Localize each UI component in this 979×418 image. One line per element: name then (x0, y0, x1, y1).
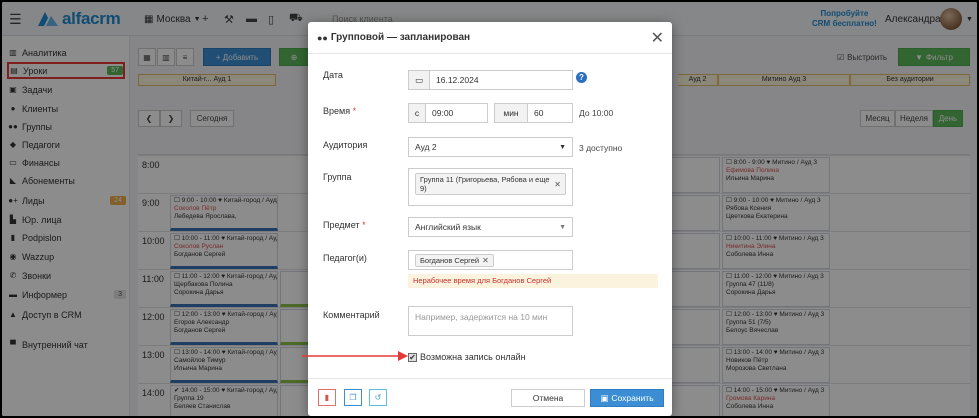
required-mark: * (352, 106, 357, 116)
group-select[interactable]: Группа 11 (Григорьева, Рябова и еще 9) ✕ (408, 168, 573, 206)
subject-label: Предмет * (323, 220, 366, 230)
group-tag: Группа 11 (Григорьева, Рябова и еще 9) ✕ (415, 173, 566, 195)
delete-icon[interactable]: ▮ (318, 389, 336, 406)
teacher-warning: Нерабочее время для Богданов Сергей (408, 274, 658, 288)
time-label: Время * (323, 106, 356, 116)
online-booking-label: Возможна запись онлайн (420, 352, 526, 362)
remove-icon[interactable]: ✕ (482, 256, 489, 265)
room-label: Аудитория (323, 140, 368, 150)
subject-select[interactable]: Английский язык ▼ (408, 217, 573, 237)
annotation-arrow (302, 351, 408, 361)
undo-icon[interactable]: ↺ (369, 389, 387, 406)
modal-footer: ▮ ❐ ↺ Отмена ▣ Сохранить (308, 378, 672, 416)
comment-textarea[interactable]: Например, задержится на 10 мин (408, 306, 573, 336)
subject-label-text: Предмет (323, 220, 360, 230)
room-available: 3 доступно (579, 143, 623, 153)
save-button[interactable]: ▣ Сохранить (590, 389, 664, 407)
modal-title: Групповой — запланирован (330, 32, 471, 43)
required-mark: * (362, 220, 366, 230)
date-input[interactable]: 16.12.2024 (429, 70, 573, 90)
date-label: Дата (323, 70, 343, 80)
online-booking-checkbox[interactable]: ✔ Возможна запись онлайн (408, 352, 526, 362)
chevron-down-icon: ▼ (559, 223, 566, 231)
time-label-text: Время (323, 106, 351, 116)
copy-icon[interactable]: ❐ (344, 389, 362, 406)
teacher-label: Педагог(и) (323, 253, 367, 263)
comment-label: Комментарий (323, 310, 380, 320)
teacher-tag-label: Богданов Сергей (420, 255, 480, 265)
room-select[interactable]: Ауд 2 ▼ (408, 137, 573, 157)
teacher-select[interactable]: Богданов Сергей ✕ (408, 250, 573, 270)
group-icon: ●● (317, 32, 328, 43)
time-start-input[interactable]: 09:00 (425, 103, 488, 123)
room-value: Ауд 2 (415, 142, 437, 152)
close-icon[interactable]: ✕ (651, 28, 664, 48)
group-label: Группа (323, 172, 352, 182)
save-icon: ▣ (600, 392, 609, 403)
calendar-icon[interactable]: ▭ (408, 70, 430, 90)
time-prefix: с (408, 103, 426, 123)
duration-prefix: мин (494, 103, 528, 123)
remove-icon[interactable]: ✕ (554, 180, 561, 189)
save-label: Сохранить (611, 393, 654, 403)
chevron-down-icon: ▼ (559, 143, 566, 151)
group-tag-label: Группа 11 (Григорьева, Рябова и еще 9) (420, 175, 550, 193)
cancel-button[interactable]: Отмена (511, 389, 585, 407)
app-window: ☰ alfacrm ▦ Москва ▼ + ⚒ ▬ ▯ ⛟ Поиск кли… (2, 2, 977, 416)
teacher-tag: Богданов Сергей ✕ (415, 253, 494, 267)
duration-input[interactable]: 60 (527, 103, 573, 123)
help-icon[interactable]: ? (576, 72, 587, 83)
subject-value: Английский язык (415, 222, 481, 232)
modal-header: ●● Групповой — запланирован (308, 22, 672, 54)
time-end: До 10:00 (579, 108, 614, 118)
